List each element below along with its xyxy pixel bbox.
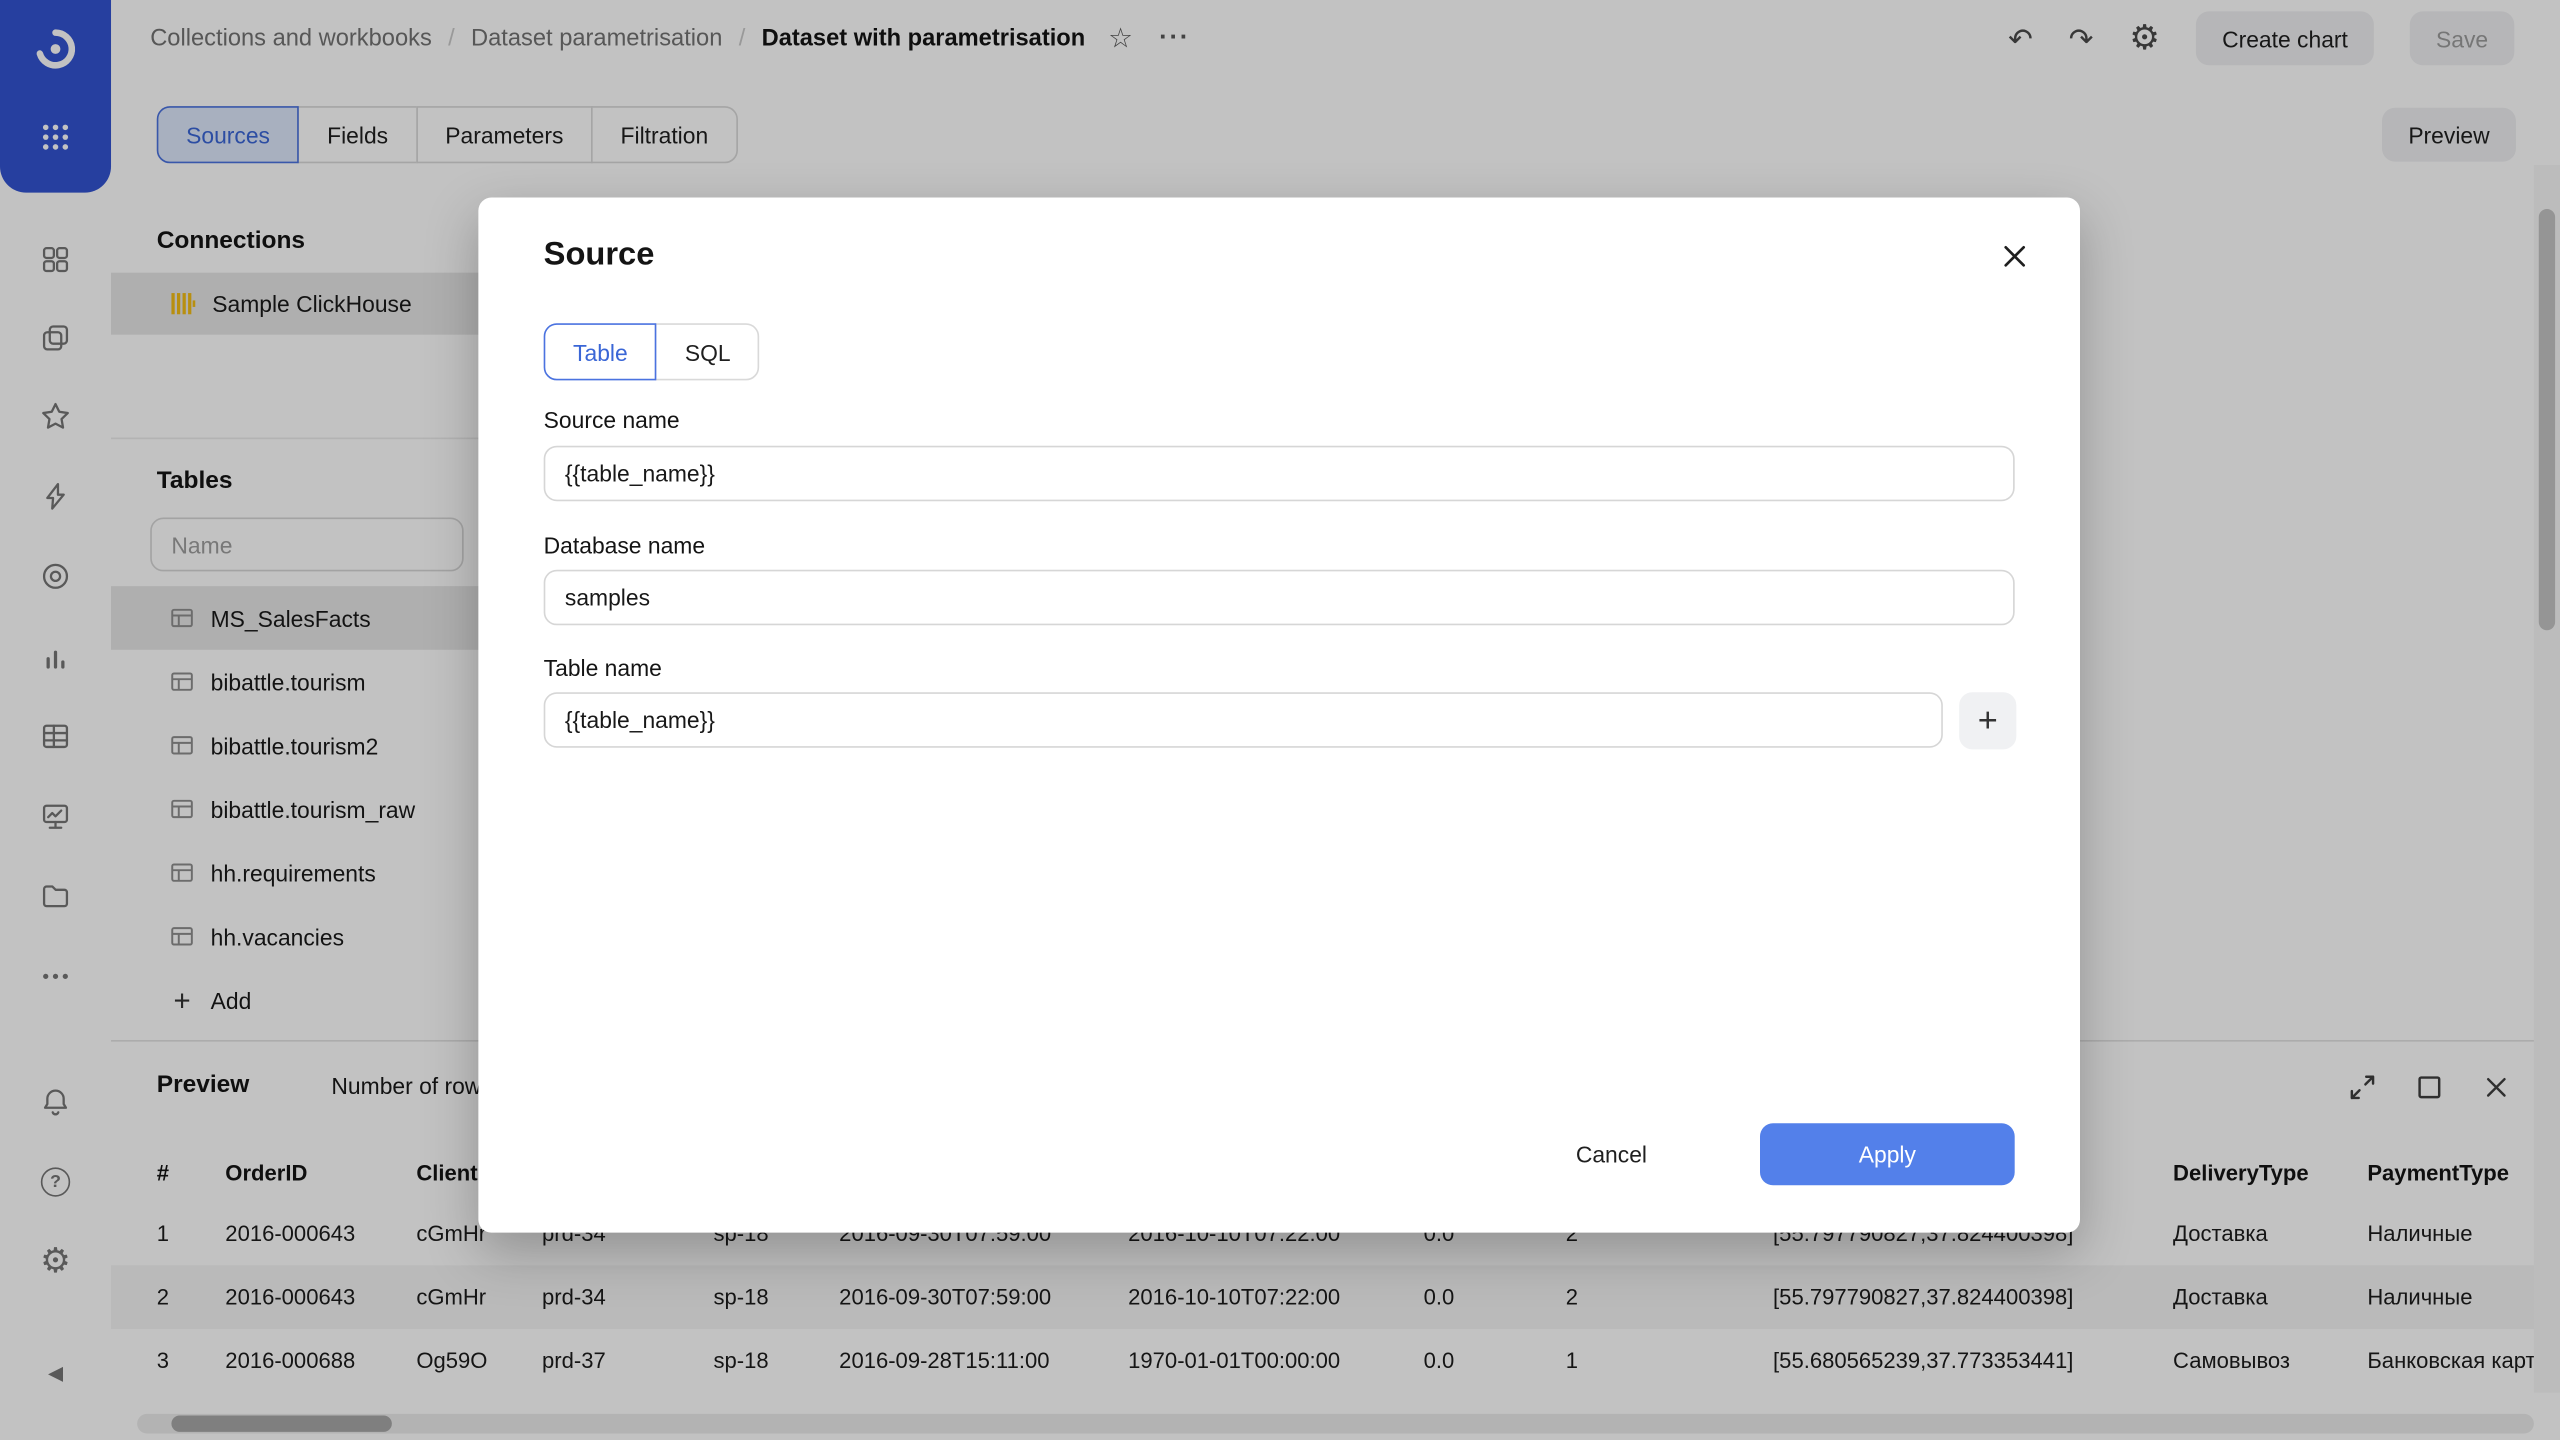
source-name-label: Source name — [544, 407, 680, 433]
source-type-tabs: Table SQL — [544, 323, 760, 380]
source-name-input[interactable] — [544, 446, 2015, 502]
modal-title: Source — [544, 237, 655, 275]
tab-sql[interactable]: SQL — [655, 323, 760, 380]
apply-button[interactable]: Apply — [1760, 1123, 2015, 1185]
cancel-button[interactable]: Cancel — [1544, 1123, 1678, 1185]
plus-icon: + — [1978, 701, 1998, 740]
database-name-label: Database name — [544, 532, 705, 558]
database-name-input[interactable] — [544, 570, 2015, 626]
dataset-editor-page: Collections and workbooks / Dataset para… — [0, 0, 2560, 1440]
table-name-label: Table name — [544, 655, 662, 681]
add-table-name-button[interactable]: + — [1959, 692, 2016, 749]
source-modal: Source Table SQL Source name Database na… — [478, 198, 2080, 1233]
table-name-input[interactable] — [544, 692, 1943, 748]
tab-table[interactable]: Table — [544, 323, 657, 380]
close-icon[interactable] — [1995, 237, 2034, 276]
